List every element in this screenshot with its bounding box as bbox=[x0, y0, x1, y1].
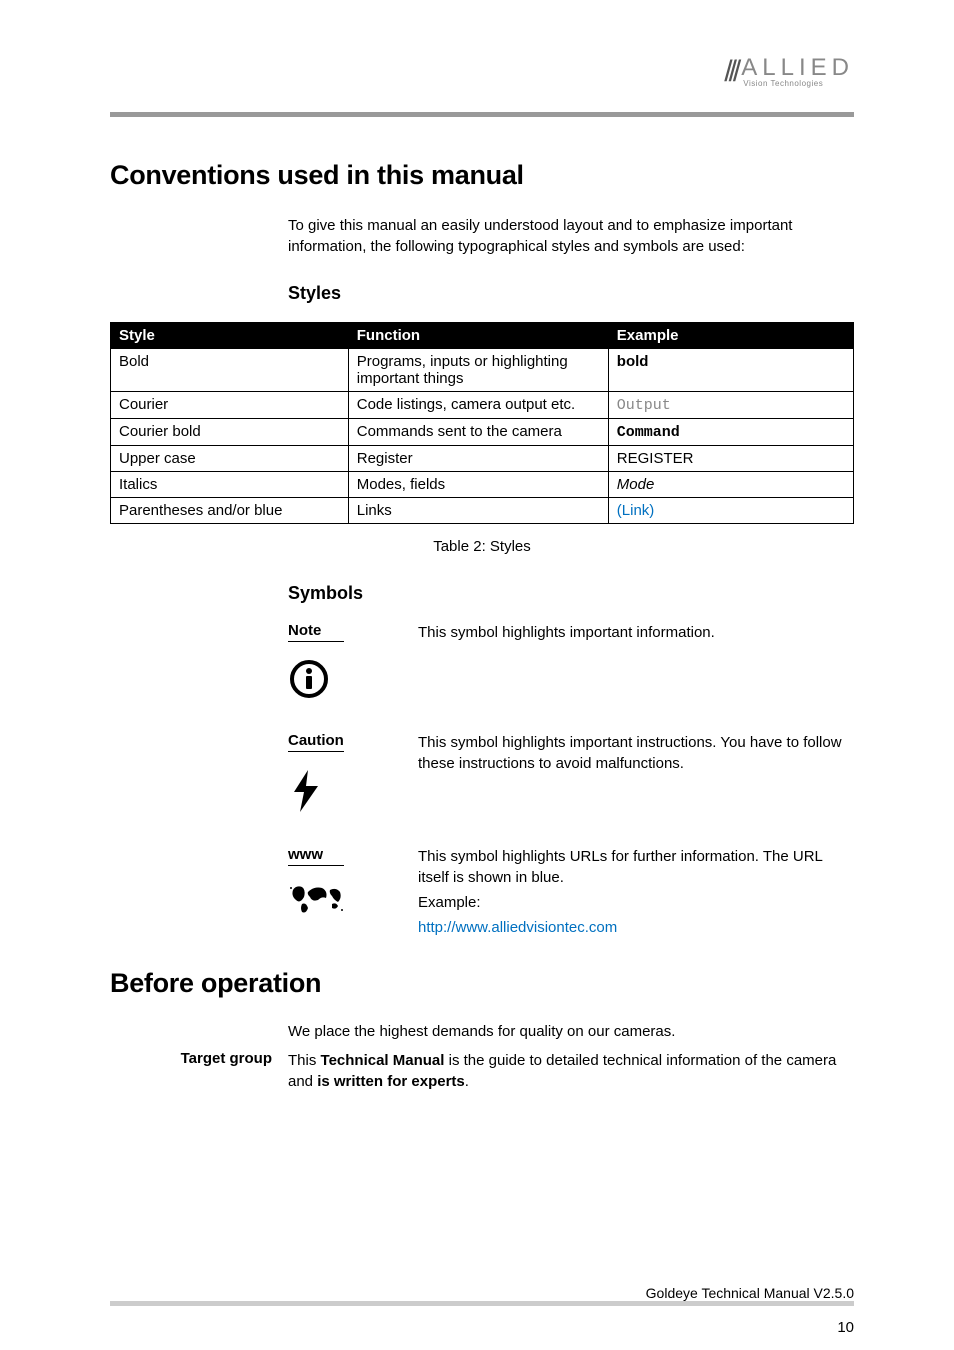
table-caption: Table 2: Styles bbox=[110, 538, 854, 555]
note-label: Note bbox=[288, 622, 344, 642]
heading-conventions: Conventions used in this manual bbox=[110, 160, 854, 191]
th-example: Example bbox=[608, 323, 853, 349]
target-group-text: This Technical Manual is the guide to de… bbox=[288, 1050, 854, 1092]
heading-styles: Styles bbox=[288, 283, 854, 304]
table-row: Courier bold Commands sent to the camera… bbox=[111, 419, 854, 446]
cell-style: Italics bbox=[111, 472, 349, 498]
brand-logo: /// ALLIED Vision Technologies bbox=[724, 55, 854, 89]
header-divider bbox=[110, 112, 854, 117]
th-style: Style bbox=[111, 323, 349, 349]
target-group-label: Target group bbox=[110, 1050, 272, 1092]
footer-text: Goldeye Technical Manual V2.5.0 bbox=[110, 1285, 854, 1301]
cell-example: Mode bbox=[608, 472, 853, 498]
cell-function: Modes, fields bbox=[348, 472, 608, 498]
caution-text: This symbol highlights important instruc… bbox=[418, 732, 854, 818]
www-example-label: Example: bbox=[418, 892, 854, 913]
cell-function: Programs, inputs or highlighting importa… bbox=[348, 349, 608, 392]
page-number: 10 bbox=[837, 1319, 854, 1336]
cell-example: REGISTER bbox=[608, 446, 853, 472]
cell-example: (Link) bbox=[608, 498, 853, 524]
cell-function: Code listings, camera output etc. bbox=[348, 392, 608, 419]
footer-divider bbox=[110, 1301, 854, 1306]
symbol-www-row: www This symbol highlights URLs for furt… bbox=[288, 846, 854, 938]
intro-paragraph: To give this manual an easily understood… bbox=[288, 215, 854, 257]
cell-example: Command bbox=[608, 419, 853, 446]
logo-sub: Vision Technologies bbox=[743, 80, 854, 88]
table-row: Upper case Register REGISTER bbox=[111, 446, 854, 472]
cell-style: Courier bbox=[111, 392, 349, 419]
cell-style: Courier bold bbox=[111, 419, 349, 446]
cell-example: Output bbox=[608, 392, 853, 419]
before-intro: We place the highest demands for quality… bbox=[288, 1023, 854, 1040]
logo-main: ALLIED bbox=[741, 56, 854, 80]
caution-label: Caution bbox=[288, 732, 344, 752]
cell-style: Parentheses and/or blue bbox=[111, 498, 349, 524]
cell-style: Upper case bbox=[111, 446, 349, 472]
info-icon bbox=[288, 658, 388, 704]
www-link[interactable]: http://www.alliedvisiontec.com bbox=[418, 917, 854, 938]
cell-style: Bold bbox=[111, 349, 349, 392]
world-map-icon bbox=[288, 882, 388, 920]
styles-table: Style Function Example Bold Programs, in… bbox=[110, 322, 854, 524]
cell-function: Register bbox=[348, 446, 608, 472]
table-row: Italics Modes, fields Mode bbox=[111, 472, 854, 498]
logo-slash-icon: /// bbox=[724, 55, 737, 89]
th-function: Function bbox=[348, 323, 608, 349]
table-row: Parentheses and/or blue Links (Link) bbox=[111, 498, 854, 524]
target-group-row: Target group This Technical Manual is th… bbox=[110, 1050, 854, 1092]
symbol-caution-row: Caution This symbol highlights important… bbox=[288, 732, 854, 818]
heading-before-operation: Before operation bbox=[110, 968, 854, 999]
cell-function: Links bbox=[348, 498, 608, 524]
cell-example: bold bbox=[608, 349, 853, 392]
www-text-1: This symbol highlights URLs for further … bbox=[418, 846, 854, 888]
symbol-note-row: Note This symbol highlights important in… bbox=[288, 622, 854, 704]
cell-function: Commands sent to the camera bbox=[348, 419, 608, 446]
heading-symbols: Symbols bbox=[288, 583, 854, 604]
note-text: This symbol highlights important informa… bbox=[418, 622, 854, 704]
table-row: Bold Programs, inputs or highlighting im… bbox=[111, 349, 854, 392]
lightning-icon bbox=[288, 768, 388, 818]
page-footer: Goldeye Technical Manual V2.5.0 bbox=[110, 1285, 854, 1310]
www-label: www bbox=[288, 846, 344, 866]
table-row: Courier Code listings, camera output etc… bbox=[111, 392, 854, 419]
